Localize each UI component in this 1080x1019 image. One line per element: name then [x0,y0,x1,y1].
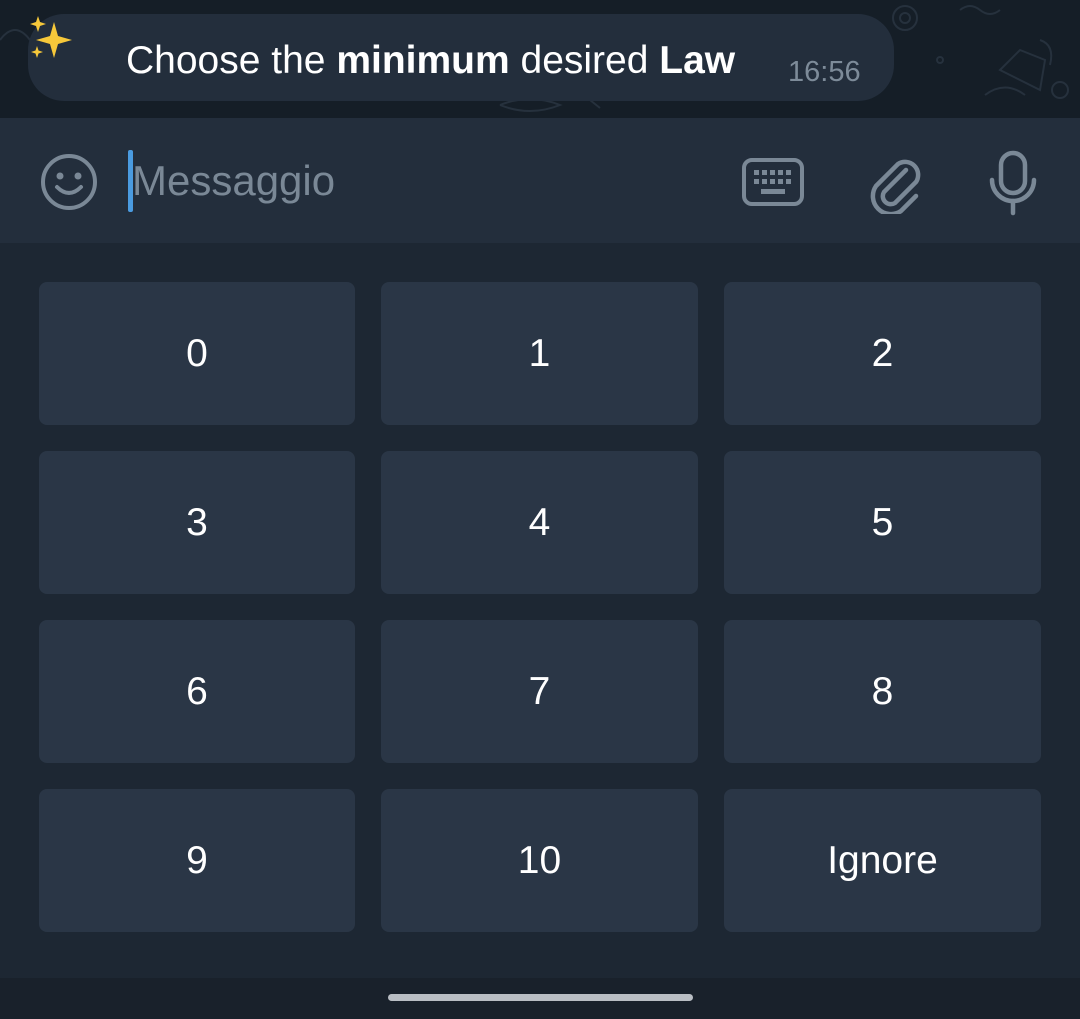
message-bubble: Choose the minimum desired Law 16:56 [28,14,894,101]
reply-button-8[interactable]: 8 [724,620,1041,763]
reply-keyboard-grid: 0 1 2 3 4 5 6 7 8 9 10 Ignore [39,282,1041,932]
reply-button-2[interactable]: 2 [724,282,1041,425]
message-input[interactable] [132,144,712,218]
reply-button-4[interactable]: 4 [381,451,698,594]
message-composer [0,118,1080,243]
chat-background: Choose the minimum desired Law 16:56 [0,0,1080,118]
paperclip-icon[interactable] [866,152,924,214]
reply-button-10[interactable]: 10 [381,789,698,932]
reply-button-3[interactable]: 3 [39,451,355,594]
reply-button-0[interactable]: 0 [39,282,355,425]
home-gesture-handle[interactable] [388,994,693,1001]
keyboard-icon[interactable] [742,158,804,206]
smiley-icon[interactable] [40,153,98,211]
message-text: Choose the minimum desired Law [126,39,735,83]
message-text-part: desired [509,39,660,82]
microphone-icon[interactable] [988,150,1038,216]
system-navigation-bar [0,978,1080,1019]
message-text-bold: Law [659,39,736,82]
reply-keyboard: 0 1 2 3 4 5 6 7 8 9 10 Ignore [0,243,1080,978]
reply-button-9[interactable]: 9 [39,789,355,932]
reply-button-5[interactable]: 5 [724,451,1041,594]
message-text-part: Choose the [126,39,337,82]
message-text-bold: minimum [336,39,510,82]
reply-button-7[interactable]: 7 [381,620,698,763]
reply-button-1[interactable]: 1 [381,282,698,425]
message-time: 16:56 [788,56,861,88]
reply-button-6[interactable]: 6 [39,620,355,763]
sparkles-icon [30,16,72,58]
reply-button-ignore[interactable]: Ignore [724,789,1041,932]
